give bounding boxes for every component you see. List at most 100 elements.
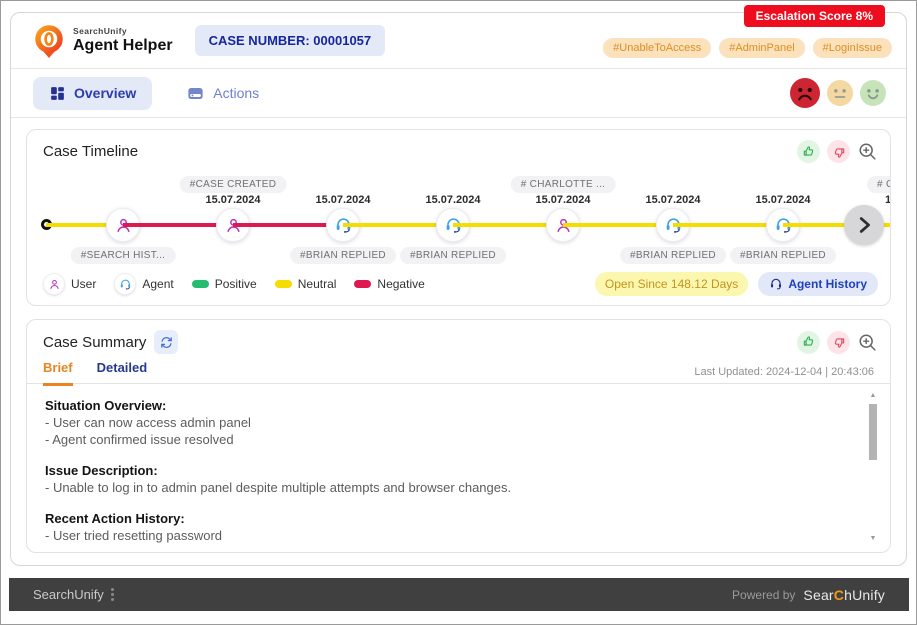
sentiment-emoji-row [790, 78, 886, 108]
legend-item-agent: Agent [114, 273, 173, 295]
legend-label: Agent [142, 277, 173, 291]
summary-section-heading: Situation Overview: [45, 397, 856, 414]
zoom-in-icon[interactable] [857, 141, 878, 162]
chevron-right-icon [853, 214, 875, 236]
thumb-up-icon [802, 145, 816, 159]
angry-face-icon[interactable] [790, 78, 820, 108]
timeline-canvas: #SEARCH HIST...#CASE CREATED15.07.2024 1… [27, 166, 890, 276]
timeline-event-date: 15.07.2024 [425, 194, 480, 206]
timeline-event-date: 15.07.2024 [755, 194, 810, 206]
app-logo: SearchUnify Agent Helper [33, 23, 173, 59]
timeline-edge-date: 15. [885, 194, 891, 206]
tab-overview-label: Overview [74, 85, 136, 101]
summary-section-line: - User tried resetting password [45, 527, 856, 544]
timeline-edge-label: # CHA [867, 176, 891, 193]
refresh-summary-button[interactable] [154, 330, 178, 354]
escalation-score-badge: Escalation Score 8% [744, 5, 885, 27]
timeline-event-label: #BRIAN REPLIED [730, 247, 836, 264]
summary-section: Situation Overview:- User can now access… [45, 397, 856, 448]
brand-c-icon: C [834, 587, 844, 603]
happy-face-icon[interactable] [860, 80, 886, 106]
summary-section: Recent Action History:- User tried reset… [45, 510, 856, 544]
summary-scrollbar[interactable]: ▲ ▼ [868, 390, 878, 544]
positive-color-swatch [192, 280, 209, 288]
hashtag-pill: #AdminPanel [719, 38, 804, 58]
timeline-event-label: #BRIAN REPLIED [400, 247, 506, 264]
summary-section-line: - Unable to log in to admin panel despit… [45, 479, 856, 496]
summary-thumbs-down-button[interactable] [827, 331, 850, 354]
footer-brand-left: SearchUnify [33, 587, 104, 602]
refresh-icon [159, 335, 174, 350]
actions-archive-icon [186, 84, 205, 103]
footer-bar: SearchUnify Powered by SearChUnify [9, 578, 909, 611]
timeline-event-date: 15.07.2024 [315, 194, 370, 206]
summary-section-line: - User can now access admin panel [45, 414, 856, 431]
timeline-event-date: 15.07.2024 [205, 194, 260, 206]
neutral-face-icon[interactable] [827, 80, 853, 106]
scrollbar-thumb[interactable] [869, 404, 877, 460]
tab-overview[interactable]: Overview [33, 77, 152, 110]
timeline-event-label: #CASE CREATED [180, 176, 287, 193]
negative-color-swatch [354, 280, 371, 288]
footer-brand-logo: SearChUnify [803, 587, 885, 603]
case-timeline-card: Case Timeline [26, 129, 891, 306]
brand-name-big: Agent Helper [73, 37, 173, 55]
hashtag-pill: #UnableToAccess [603, 38, 711, 58]
powered-by-label: Powered by [732, 588, 795, 602]
timeline-event-label: #SEARCH HIST... [71, 247, 176, 264]
zoom-in-icon[interactable] [857, 332, 878, 353]
summary-section-heading: Issue Description: [45, 462, 856, 479]
brand-pin-icon [33, 23, 65, 59]
agent-icon [114, 273, 136, 295]
headset-icon [769, 277, 783, 291]
timeline-event-label: #BRIAN REPLIED [620, 247, 726, 264]
timeline-event-date: 15.07.2024 [535, 194, 590, 206]
legend-item-positive: Positive [192, 277, 257, 291]
timeline-event-label: # CHARLOTTE ... [511, 176, 616, 193]
legend-label: User [71, 277, 96, 291]
user-icon [48, 278, 61, 291]
tab-actions[interactable]: Actions [186, 84, 259, 103]
legend-label: Neutral [298, 277, 337, 291]
legend-item-neutral: Neutral [275, 277, 337, 291]
grid-icon [49, 85, 66, 102]
main-panel: SearchUnify Agent Helper CASE NUMBER: 00… [10, 12, 907, 566]
timeline-title: Case Timeline [43, 143, 138, 160]
timeline-event-label: #BRIAN REPLIED [290, 247, 396, 264]
agent-history-label: Agent History [788, 277, 867, 291]
hashtag-pill: #LoginIssue [813, 38, 892, 58]
brand-name-small: SearchUnify [73, 26, 173, 36]
open-since-badge: Open Since 148.12 Days [595, 272, 748, 296]
thumb-down-icon [832, 145, 846, 159]
case-number-badge: CASE NUMBER: 00001057 [195, 25, 386, 56]
timeline-legend: User Agent Positive Neutral Negative Open S… [43, 272, 878, 296]
thumbs-up-button[interactable] [797, 140, 820, 163]
summary-tab-detailed[interactable]: Detailed [97, 360, 148, 386]
summary-section-line: - Agent confirmed issue resolved [45, 431, 856, 448]
thumb-down-icon [832, 335, 846, 349]
scroll-down-arrow[interactable]: ▼ [868, 535, 878, 542]
summary-title: Case Summary [43, 334, 146, 351]
neutral-color-swatch [275, 280, 292, 288]
legend-label: Positive [215, 277, 257, 291]
tab-actions-label: Actions [213, 85, 259, 101]
summary-tab-brief[interactable]: Brief [43, 360, 73, 386]
tab-bar: Overview Actions [11, 69, 906, 118]
summary-content: Situation Overview:- User can now access… [27, 384, 890, 552]
timeline-next-button[interactable] [844, 205, 884, 245]
timeline-event-date: 15.07.2024 [645, 194, 700, 206]
summary-section: Issue Description:- Unable to log in to … [45, 462, 856, 496]
scroll-up-arrow[interactable]: ▲ [868, 392, 878, 399]
footer-menu-dots-icon[interactable] [111, 588, 114, 601]
legend-item-user: User [43, 273, 96, 295]
thumbs-down-button[interactable] [827, 140, 850, 163]
agent-icon [119, 278, 132, 291]
case-summary-card: Case Summary [26, 319, 891, 553]
legend-item-negative: Negative [354, 277, 424, 291]
hashtag-list: #UnableToAccess #AdminPanel #LoginIssue [603, 38, 892, 58]
agent-history-button[interactable]: Agent History [758, 272, 878, 296]
summary-thumbs-up-button[interactable] [797, 331, 820, 354]
thumb-up-icon [802, 335, 816, 349]
last-updated-text: Last Updated: 2024-12-04 | 20:43:06 [694, 366, 874, 378]
user-icon [43, 273, 65, 295]
